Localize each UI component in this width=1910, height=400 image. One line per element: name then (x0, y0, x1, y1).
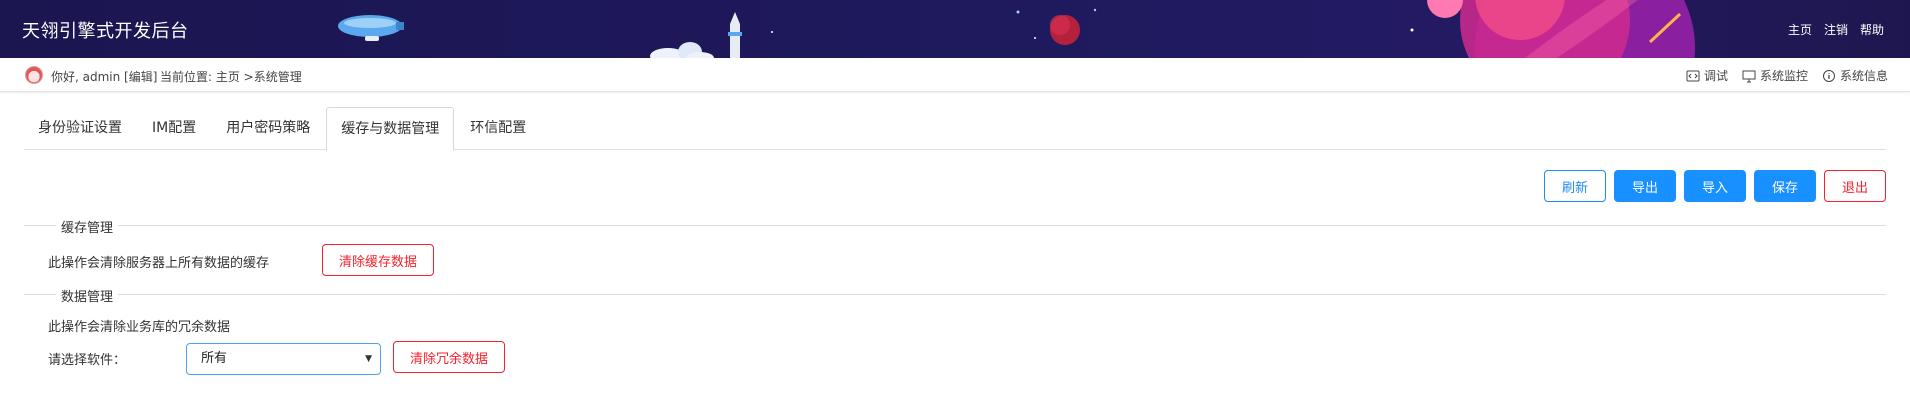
nav-logout-link[interactable]: 注销 (1824, 21, 1848, 38)
refresh-button[interactable]: 刷新 (1544, 170, 1606, 202)
exit-button[interactable]: 退出 (1824, 170, 1886, 202)
debug-label: 调试 (1703, 69, 1728, 83)
system-monitor-button[interactable]: 系统监控 (1742, 67, 1808, 84)
avatar[interactable] (25, 66, 43, 84)
data-section-title: 数据管理 (56, 286, 119, 305)
user-greeting[interactable]: 你好, admin [编辑] (51, 68, 157, 85)
nav-help-link[interactable]: 帮助 (1860, 21, 1884, 38)
tab-im-config[interactable]: IM配置 (138, 107, 210, 150)
monitor-icon (1742, 70, 1756, 82)
tab-password-policy[interactable]: 用户密码策略 (212, 107, 324, 150)
sub-tools: 调试 系统监控 系统信息 (1686, 67, 1888, 84)
tab-cache-data[interactable]: 缓存与数据管理 (326, 107, 455, 151)
clear-redundant-data-button[interactable]: 清除冗余数据 (393, 341, 506, 373)
system-info-button[interactable]: 系统信息 (1822, 67, 1888, 84)
settings-tabs: 身份验证设置 IM配置 用户密码策略 缓存与数据管理 环信配置 (24, 107, 1886, 151)
cache-section-title: 缓存管理 (56, 217, 119, 236)
chevron-down-icon: ▼ (365, 354, 372, 364)
import-button[interactable]: 导入 (1684, 170, 1746, 202)
data-description: 此操作会清除业务库的冗余数据 (48, 320, 231, 335)
system-info-label: 系统信息 (1839, 69, 1888, 83)
sub-bar: 你好, admin [编辑] 当前位置: 主页 >系统管理 调试 系统监控 系统… (0, 58, 1910, 92)
tab-auth-settings[interactable]: 身份验证设置 (24, 107, 136, 150)
data-section-divider (24, 294, 1886, 295)
banner-illustration (338, 0, 1695, 58)
header-banner: 天翎引擎式开发后台 主页 注销 帮助 (0, 0, 1910, 58)
save-button[interactable]: 保存 (1754, 170, 1816, 202)
code-icon (1686, 70, 1700, 81)
info-icon (1822, 69, 1835, 82)
action-bar: 刷新 导出 导入 保存 退出 (1544, 170, 1886, 202)
cache-description: 此操作会清除服务器上所有数据的缓存 (48, 256, 270, 271)
tab-easemob-config[interactable]: 环信配置 (456, 107, 540, 150)
nav-home-link[interactable]: 主页 (1788, 21, 1812, 38)
clear-cache-button[interactable]: 清除缓存数据 (322, 244, 435, 276)
cache-section-divider (24, 225, 1886, 226)
system-monitor-label: 系统监控 (1759, 69, 1808, 83)
debug-button[interactable]: 调试 (1686, 67, 1728, 84)
software-select-label: 请选择软件： (48, 353, 127, 368)
top-nav: 主页 注销 帮助 (1788, 21, 1884, 38)
software-select[interactable]: 所有 ▼ (186, 343, 381, 375)
breadcrumb: 当前位置: 主页 >系统管理 (160, 70, 302, 84)
software-select-value: 所有 (201, 351, 228, 366)
export-button[interactable]: 导出 (1614, 170, 1676, 202)
